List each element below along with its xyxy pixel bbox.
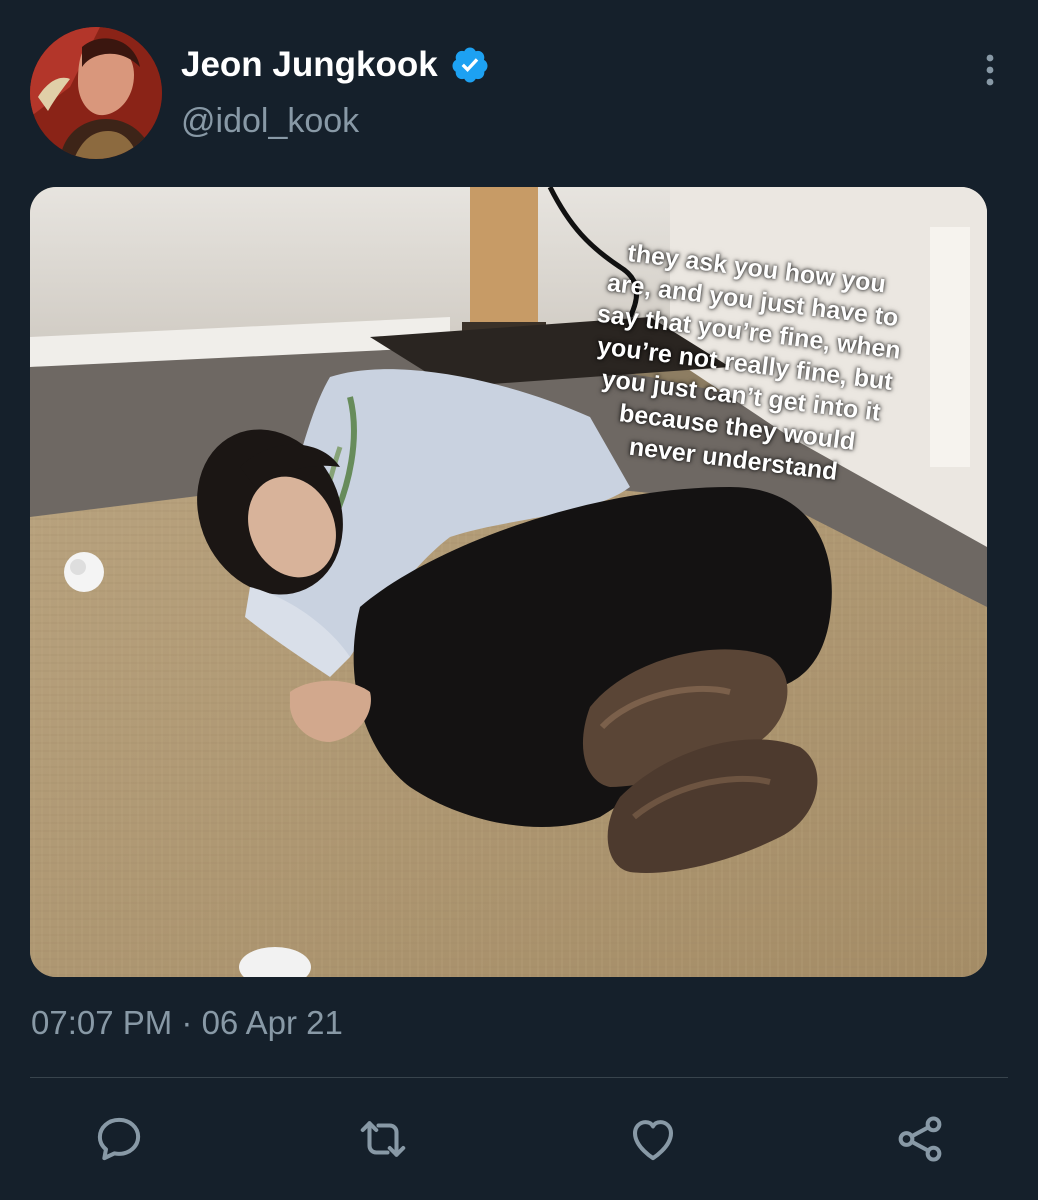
avatar[interactable]: [30, 27, 162, 159]
author-handle[interactable]: @idol_kook: [181, 102, 359, 141]
display-name[interactable]: Jeon Jungkook: [181, 45, 438, 85]
verified-badge-icon: [450, 45, 490, 85]
reply-icon: [97, 1117, 141, 1161]
share-button[interactable]: [893, 1112, 947, 1166]
retweet-button[interactable]: [356, 1112, 410, 1166]
more-options-icon[interactable]: [978, 50, 1002, 90]
tweet-timestamp[interactable]: 07:07 PM · 06 Apr 21: [31, 1004, 343, 1042]
tweet-card: Jeon Jungkook @idol_kook they ask you ho…: [0, 0, 1038, 1200]
like-icon: [632, 1120, 674, 1161]
tweet-media[interactable]: they ask you how you are, and you just h…: [30, 187, 987, 977]
like-button[interactable]: [626, 1112, 680, 1166]
author-name-row[interactable]: Jeon Jungkook: [181, 40, 490, 90]
divider: [30, 1077, 1008, 1078]
retweet-icon: [360, 1121, 406, 1157]
avatar-image: [30, 27, 162, 159]
share-icon: [898, 1116, 942, 1162]
reply-button[interactable]: [92, 1112, 146, 1166]
